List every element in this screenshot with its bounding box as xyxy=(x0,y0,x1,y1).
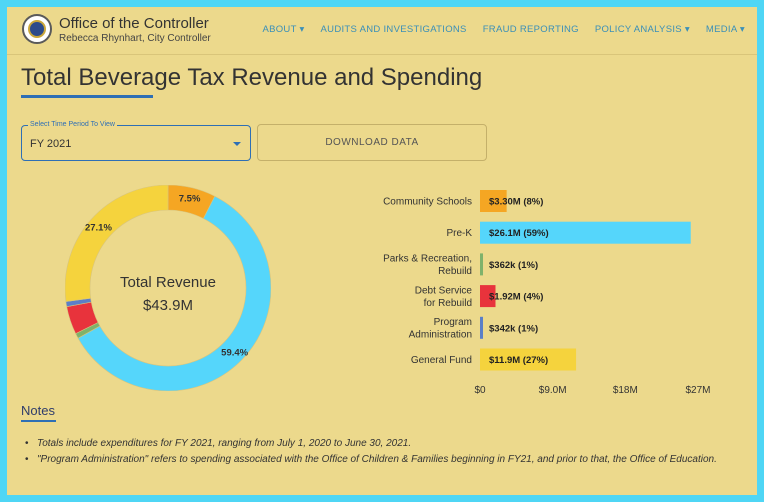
note-item: "Program Administration" refers to spend… xyxy=(23,452,723,468)
bar-value-label: $342k (1%) xyxy=(489,323,538,334)
x-tick-label: $9.0M xyxy=(539,385,567,396)
caret-down-icon xyxy=(233,142,241,146)
bar-category-label: General Fund xyxy=(411,355,472,366)
donut-slice-label: 27.1% xyxy=(85,223,112,234)
bar-category-label: Community Schools xyxy=(383,197,472,208)
x-tick-label: $27M xyxy=(685,385,710,396)
spending-bar-chart: Community Schools $3.30M (8%) Pre-K $26.1M … xyxy=(383,190,711,396)
bar-value-label: $1.92M (4%) xyxy=(489,292,543,303)
top-navbar: Office of the Controller Rebecca Rhynhar… xyxy=(7,7,757,55)
bar-category-label: Rebuild xyxy=(438,266,472,277)
nav-about[interactable]: ABOUT ▾ xyxy=(262,24,304,35)
donut-slice-label: 7.5% xyxy=(179,194,201,205)
seal-emblem-icon xyxy=(28,20,46,38)
time-period-select-value: FY 2021 xyxy=(30,138,72,150)
notes-list: Totals include expenditures for FY 2021,… xyxy=(23,436,723,468)
nav-fraud-reporting[interactable]: FRAUD REPORTING xyxy=(483,24,579,35)
notes-heading: Notes xyxy=(21,403,55,418)
bar-value-label: $3.30M (8%) xyxy=(489,197,543,208)
page-frame: Office of the Controller Rebecca Rhynhar… xyxy=(7,7,757,495)
nav-media[interactable]: MEDIA ▾ xyxy=(706,24,745,35)
bar-category-label: Pre-K xyxy=(446,228,472,239)
donut-center-title: Total Revenue xyxy=(120,274,216,291)
nav-policy-analysis[interactable]: POLICY ANALYSIS ▾ xyxy=(595,24,690,35)
bar-category-label: Administration xyxy=(409,330,472,341)
bar-value-label: $362k (1%) xyxy=(489,260,538,271)
bar-category-label: Parks & Recreation, xyxy=(383,254,472,265)
city-seal-logo[interactable] xyxy=(22,14,52,44)
x-tick-label: $0 xyxy=(474,385,486,396)
revenue-donut-chart: 7.5% 59.4% 27.1% Total Revenue $43.9M xyxy=(65,185,271,391)
notes-underline xyxy=(21,420,56,422)
donut-slice-label: 59.4% xyxy=(221,348,248,359)
note-item: Totals include expenditures for FY 2021,… xyxy=(23,436,723,452)
bar-value-label: $11.9M (27%) xyxy=(489,355,548,366)
download-data-button[interactable]: DOWNLOAD DATA xyxy=(257,124,487,161)
time-period-select[interactable]: Select Time Period To View FY 2021 xyxy=(21,121,251,161)
main-nav: ABOUT ▾ AUDITS AND INVESTIGATIONS FRAUD … xyxy=(262,24,745,35)
bar[interactable] xyxy=(480,316,483,339)
time-period-select-label: Select Time Period To View xyxy=(28,121,117,128)
bar-category-label: for Rebuild xyxy=(424,298,472,309)
bar-category-label: Debt Service xyxy=(415,285,473,296)
x-tick-label: $18M xyxy=(613,385,638,396)
bar-value-label: $26.1M (59%) xyxy=(489,228,549,239)
site-subtitle: Rebecca Rhynhart, City Controller xyxy=(59,33,211,44)
title-underline xyxy=(21,95,153,98)
page-title: Total Beverage Tax Revenue and Spending xyxy=(21,64,483,91)
nav-audits-investigations[interactable]: AUDITS AND INVESTIGATIONS xyxy=(321,24,467,35)
bar[interactable] xyxy=(480,253,483,276)
donut-center-value: $43.9M xyxy=(143,297,193,314)
site-title[interactable]: Office of the Controller xyxy=(59,15,209,32)
bar-category-label: Program xyxy=(434,317,472,328)
